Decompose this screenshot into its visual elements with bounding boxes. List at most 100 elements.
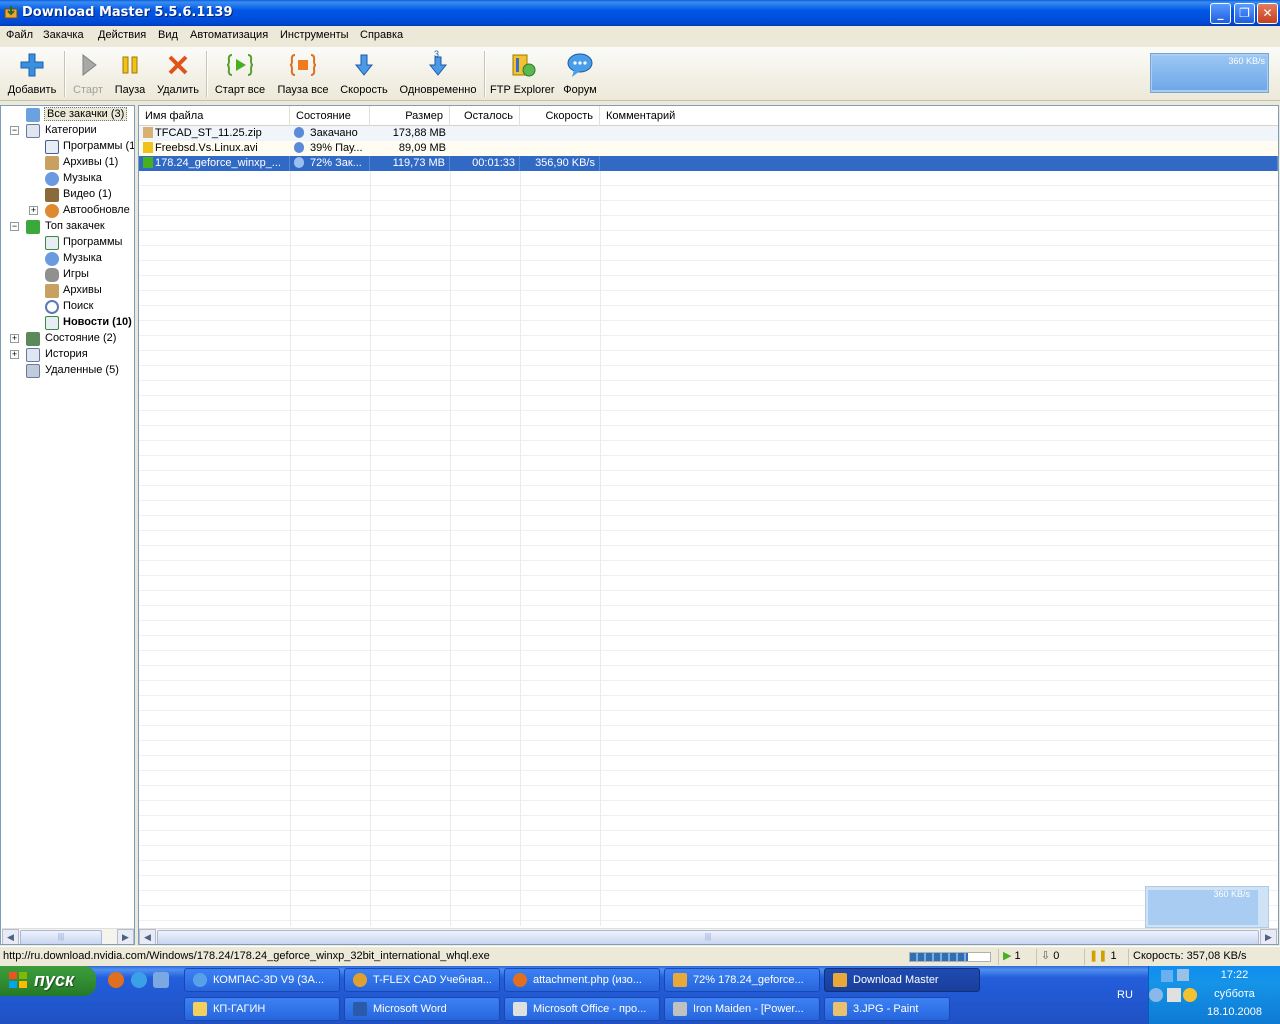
collapse-icon[interactable]: − xyxy=(10,126,19,135)
ftp-explorer-button[interactable]: FTP Explorer xyxy=(490,49,555,99)
office-icon xyxy=(513,1002,527,1016)
table-row[interactable]: 178.24_geforce_winxp_... 72% Зак... 119,… xyxy=(139,156,1278,171)
download-progress-bar xyxy=(909,952,991,962)
programs-icon xyxy=(45,140,59,154)
taskbar-item-kompas[interactable]: КОМПАС-3D V9 (ЗА... xyxy=(184,968,340,992)
speed-button[interactable]: Скорость xyxy=(338,49,390,99)
column-header-status[interactable]: Состояние xyxy=(290,106,370,126)
tree-horizontal-scrollbar[interactable]: ◀ ||| ▶ xyxy=(2,928,134,944)
start-button[interactable]: пуск xyxy=(0,966,96,996)
remaining-cell xyxy=(450,126,520,141)
column-divider xyxy=(520,126,521,926)
menu-tools[interactable]: Инструменты xyxy=(280,29,349,41)
column-header-size[interactable]: Размер xyxy=(370,106,450,126)
taskbar-item-word[interactable]: Microsoft Word xyxy=(344,997,500,1021)
taskbar-item-download-master[interactable]: Download Master xyxy=(824,968,980,992)
column-header-remaining[interactable]: Осталось xyxy=(450,106,520,126)
column-divider xyxy=(290,126,291,926)
toolbar-separator xyxy=(484,51,486,97)
taskbar-item-paint[interactable]: 3.JPG - Paint xyxy=(824,997,950,1021)
scroll-right-icon[interactable]: ▶ xyxy=(117,929,134,944)
chevron-left-icon[interactable] xyxy=(1149,988,1163,1002)
table-row[interactable]: Freebsd.Vs.Linux.avi 39% Пау... 89,09 MB xyxy=(139,141,1278,156)
add-button[interactable]: Добавить xyxy=(4,49,60,99)
trash-icon xyxy=(26,364,40,378)
scroll-thumb[interactable]: ||| xyxy=(157,930,1259,944)
progress-fill xyxy=(910,953,968,961)
taskbar-item-download-progress[interactable]: 72% 178.24_geforce... xyxy=(664,968,820,992)
title-bar: Download Master 5.5.6.1139 _ ❐ ✕ xyxy=(0,0,1280,26)
completed-icon xyxy=(294,127,304,138)
list-horizontal-scrollbar[interactable]: ◀ ||| ▶ xyxy=(139,928,1278,944)
list-grid xyxy=(139,126,1278,926)
menu-view[interactable]: Вид xyxy=(158,29,178,41)
menu-automation[interactable]: Автоматизация xyxy=(190,29,268,41)
download-master-icon xyxy=(833,973,847,987)
taskbar-item-attachment[interactable]: attachment.php (изо... xyxy=(504,968,660,992)
download-master-window: Download Master 5.5.6.1139 _ ❐ ✕ Файл За… xyxy=(0,0,1280,966)
scroll-right-icon[interactable]: ▶ xyxy=(1260,929,1277,944)
state-icon xyxy=(26,332,40,346)
status-url: http://ru.download.nvidia.com/Windows/17… xyxy=(3,950,490,962)
start-button[interactable]: Старт xyxy=(70,49,106,99)
remaining-cell: 00:01:33 xyxy=(450,156,520,171)
column-header-name[interactable]: Имя файла xyxy=(139,106,290,126)
simultaneous-count: 3 xyxy=(434,49,440,59)
menu-file[interactable]: Файл xyxy=(6,29,33,41)
minimize-button[interactable]: _ xyxy=(1210,3,1231,24)
paused-count-segment: ❚❚ 1 xyxy=(1084,949,1124,965)
mini-speed-graph-label: 360 KB/s xyxy=(1213,889,1250,899)
column-header-speed[interactable]: Скорость xyxy=(520,106,600,126)
firefox-icon[interactable] xyxy=(108,972,124,988)
menu-download[interactable]: Закачка xyxy=(43,29,84,41)
window-title: Download Master 5.5.6.1139 xyxy=(22,5,233,20)
file-name-cell: TFCAD_ST_11.25.zip xyxy=(139,126,290,141)
language-indicator[interactable]: RU xyxy=(1117,989,1133,1001)
file-name-cell: 178.24_geforce_winxp_... xyxy=(139,156,290,171)
restore-button[interactable]: ❐ xyxy=(1234,3,1255,24)
ie-icon[interactable] xyxy=(131,972,147,988)
taskbar-item-folder[interactable]: КП-ГАГИН xyxy=(184,997,340,1021)
speed-cell xyxy=(520,126,600,141)
menu-actions[interactable]: Действия xyxy=(98,29,146,41)
table-row[interactable]: TFCAD_ST_11.25.zip Закачано 173,88 MB xyxy=(139,126,1278,141)
start-all-button[interactable]: Старт все xyxy=(212,49,268,99)
pause-all-button[interactable]: Пауза все xyxy=(274,49,332,99)
taskbar-item-tflex[interactable]: T-FLEX CAD Учебная... xyxy=(344,968,500,992)
taskbar-item-iron-maiden[interactable]: Iron Maiden - [Power... xyxy=(664,997,820,1021)
column-divider xyxy=(450,126,451,926)
collapse-icon[interactable]: − xyxy=(10,222,19,231)
play-icon: ▶ xyxy=(1003,950,1012,962)
list-header: Имя файла Состояние Размер Осталось Скор… xyxy=(139,106,1278,126)
scroll-left-icon[interactable]: ◀ xyxy=(139,929,156,944)
comment-cell xyxy=(600,141,1278,156)
show-desktop-icon[interactable] xyxy=(153,972,169,988)
system-tray: 17:22 суббота 18.10.2008 xyxy=(1148,966,1280,1024)
expand-icon[interactable]: + xyxy=(29,206,38,215)
column-divider xyxy=(600,126,601,926)
forum-button[interactable]: Форум xyxy=(560,49,600,99)
size-cell: 173,88 MB xyxy=(392,127,446,139)
clock-time: 17:22 xyxy=(1220,969,1249,981)
column-header-comment[interactable]: Комментарий xyxy=(600,106,1278,126)
forum-icon xyxy=(567,53,593,77)
top-downloads-icon xyxy=(26,220,40,234)
taskbar-item-office[interactable]: Microsoft Office - про... xyxy=(504,997,660,1021)
delete-button[interactable]: Удалить xyxy=(154,49,202,99)
expand-icon[interactable]: + xyxy=(10,350,19,359)
speed-icon xyxy=(354,54,374,76)
speed-cell xyxy=(520,141,600,156)
status-cell: Закачано xyxy=(290,126,370,141)
status-icon xyxy=(294,157,304,168)
total-speed: Скорость: 357,08 KB/s xyxy=(1128,949,1278,965)
close-button[interactable]: ✕ xyxy=(1257,3,1278,24)
scroll-left-icon[interactable]: ◀ xyxy=(2,929,19,944)
pause-button[interactable]: Пауза xyxy=(112,49,148,99)
menu-help[interactable]: Справка xyxy=(360,29,403,41)
size-cell: 89,09 MB xyxy=(398,142,446,154)
expand-icon[interactable]: + xyxy=(10,334,19,343)
autoupdate-icon xyxy=(45,204,59,218)
windows-logo-icon xyxy=(9,972,27,988)
scroll-thumb[interactable]: ||| xyxy=(20,930,102,944)
folder-icon xyxy=(193,1002,207,1016)
